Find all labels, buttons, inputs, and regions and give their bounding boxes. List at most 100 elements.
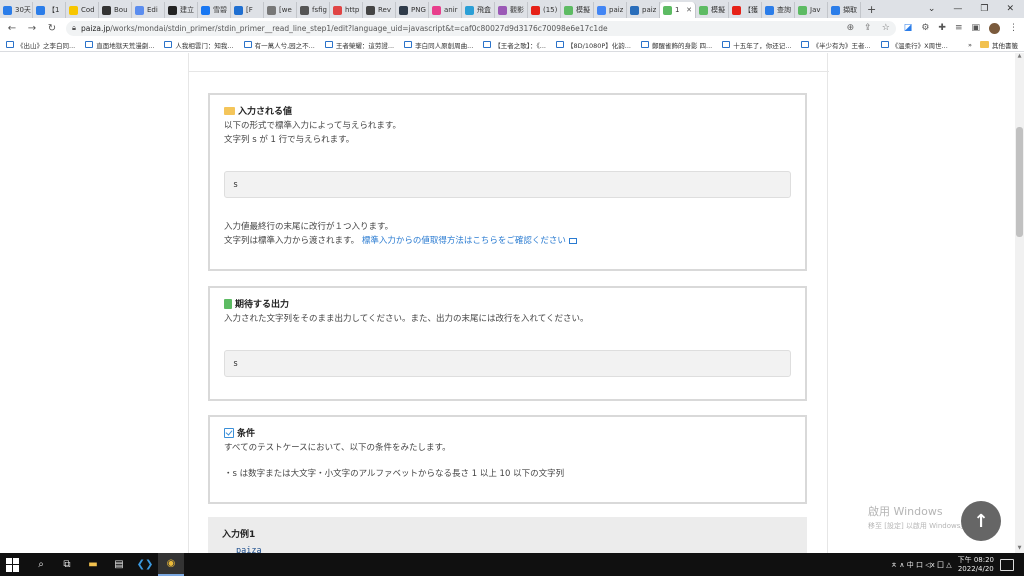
profile-avatar[interactable]	[989, 22, 1000, 34]
menu-icon[interactable]: ⋮	[1009, 23, 1018, 33]
bookmark-label: 人我相雲门：知我...	[175, 41, 234, 50]
tab-favicon-icon	[201, 5, 210, 15]
windows-start-icon[interactable]	[6, 557, 20, 572]
browser-tab[interactable]: 【1	[33, 2, 66, 18]
bookmark-item[interactable]: 李白同人原創周曲...	[404, 40, 473, 50]
bookmark-item[interactable]: 【王者之歌】：《...	[483, 40, 546, 50]
bookmark-item[interactable]: 【8D/1080P】化韵...	[555, 40, 631, 50]
address-bar[interactable]: 🔒︎ paiza.jp/works/mondai/stdin_primer/st…	[66, 20, 896, 36]
bookmark-label: 【8D/1080P】化韵...	[566, 41, 631, 50]
close-window-icon[interactable]: ✕	[1006, 4, 1014, 14]
tab-search-icon[interactable]: ⌄	[928, 4, 936, 14]
input-description: 以下の形式で標準入力によって与えられます。 文字列 s が 1 行で与えられます…	[224, 121, 401, 145]
bookmarks-more-icon[interactable]: »	[968, 41, 972, 49]
browser-tab[interactable]: paiz	[627, 2, 660, 18]
bookmark-item[interactable]: 鄭醒雀飾的身影 四...	[640, 40, 712, 50]
output-format-code: s	[224, 350, 791, 377]
tab-label: Jav	[810, 6, 821, 14]
condition-rule: ・s は数字または大文字・小文字のアルファベットからなる長さ 1 以上 10 以…	[224, 469, 565, 479]
scroll-up-icon[interactable]: ▲	[1015, 53, 1024, 61]
browser-tab[interactable]: 雪碧	[198, 2, 231, 18]
extension-icon[interactable]: ⚙	[921, 23, 929, 33]
task-view-icon[interactable]: ⧉	[54, 553, 80, 576]
app-icon[interactable]: ▤	[106, 553, 132, 576]
browser-tab[interactable]: [we	[264, 2, 297, 18]
browser-tab[interactable]: paiz	[594, 2, 627, 18]
vscode-icon[interactable]: ❮❯	[132, 553, 158, 576]
tab-close-icon[interactable]: ✕	[686, 6, 692, 14]
media-icon[interactable]: ≡	[955, 23, 963, 33]
input-section-heading: 入力される値	[224, 104, 791, 117]
lock-icon: 🔒︎	[72, 23, 76, 32]
chrome-icon[interactable]: ◉	[158, 553, 184, 576]
tab-favicon-icon	[630, 5, 639, 15]
bookmark-icon	[640, 41, 649, 48]
tab-favicon-icon	[3, 5, 12, 15]
browser-tab[interactable]: 1 ✕	[660, 2, 696, 18]
bookmark-item[interactable]: 王者榮耀：這劳證...	[324, 40, 394, 50]
new-tab-button[interactable]: +	[861, 3, 882, 16]
browser-tab[interactable]: Bou	[99, 2, 132, 18]
zoom-icon[interactable]: ⊕	[847, 23, 855, 33]
browser-tab[interactable]: 擷取	[828, 2, 861, 18]
tab-favicon-icon	[333, 5, 342, 15]
bookmark-item[interactable]: 人我相雲门：知我...	[164, 40, 234, 50]
bookmark-star-icon[interactable]: ☆	[882, 23, 890, 33]
reload-icon[interactable]: ↻	[46, 23, 58, 34]
other-bookmarks[interactable]: 其他書籤	[980, 40, 1018, 50]
puzzle-icon[interactable]: ✚	[938, 23, 946, 33]
bookmark-icon	[85, 41, 94, 48]
browser-tab[interactable]: http	[330, 2, 363, 18]
bookmark-label: 《出山》之李白同...	[17, 41, 76, 50]
browser-tab[interactable]: anir	[429, 2, 462, 18]
output-description: 入力された文字列をそのまま出力してください。また、出力の末尾には改行を入れてくだ…	[224, 314, 589, 324]
tab-label: 1	[675, 6, 680, 14]
share-icon[interactable]: ⇪	[864, 23, 872, 33]
browser-tab[interactable]: 模擬	[696, 2, 729, 18]
browser-tab[interactable]: (15)	[528, 2, 561, 18]
bookmark-item[interactable]: 《半少有为》王者...	[801, 40, 871, 50]
tray-icons[interactable]: ㅊ ∧ 中 口 ◁ⅹ 囗 △	[891, 560, 952, 570]
notification-icon[interactable]	[1000, 558, 1014, 571]
translate-icon[interactable]: ◪	[904, 23, 913, 33]
restore-icon[interactable]: ❐	[980, 4, 988, 14]
browser-tab[interactable]: PNG	[396, 2, 429, 18]
browser-tab[interactable]: 30天	[0, 2, 33, 18]
stdin-help-link[interactable]: 標準入力からの値取得方法はこちらをご確認ください	[362, 236, 577, 246]
browser-tab[interactable]: [F	[231, 2, 264, 18]
browser-tab[interactable]: 觀影	[495, 2, 528, 18]
browser-tab[interactable]: 【獲	[729, 2, 762, 18]
back-icon[interactable]: ←	[6, 23, 18, 34]
browser-tab[interactable]: 飛盒	[462, 2, 495, 18]
bookmark-item[interactable]: 有一萬人兮,园之不...	[243, 40, 315, 50]
scroll-thumb[interactable]	[1016, 127, 1023, 237]
bookmark-item[interactable]: 《溫柔行》X周世...	[880, 40, 948, 50]
browser-tab[interactable]: Edi	[132, 2, 165, 18]
browser-tab[interactable]: 建立	[165, 2, 198, 18]
scroll-down-icon[interactable]: ▼	[1015, 545, 1024, 553]
browser-tab[interactable]: 模擬	[561, 2, 594, 18]
scroll-to-top-button[interactable]: ↑	[961, 501, 1001, 541]
browser-tab[interactable]: 查詢	[762, 2, 795, 18]
clock[interactable]: 下午 08:20 2022/4/20	[958, 556, 994, 574]
page-scrollbar[interactable]: ▲ ▼	[1015, 53, 1024, 553]
tab-label: 模擬	[711, 6, 725, 14]
file-explorer-icon[interactable]: ▬	[80, 553, 106, 576]
browser-tab[interactable]: Rev	[363, 2, 396, 18]
forward-icon[interactable]: →	[26, 23, 38, 34]
search-icon[interactable]: ⌕	[28, 553, 54, 576]
bookmark-item[interactable]: 直面地獄天荒漫劇...	[85, 40, 154, 50]
browser-toolbar: ← → ↻ 🔒︎ paiza.jp/works/mondai/stdin_pri…	[0, 18, 1024, 38]
browser-tab[interactable]: Cod	[66, 2, 99, 18]
tab-favicon-icon	[234, 5, 243, 15]
tab-favicon-icon	[168, 5, 177, 15]
minimize-icon[interactable]: —	[953, 4, 962, 14]
tab-favicon-icon	[267, 5, 276, 15]
browser-tab[interactable]: fsfig	[297, 2, 330, 18]
bookmarks-bar: 《出山》之李白同... 直面地獄天荒漫劇... 人我相雲门：知我... 有一萬人兮,园…	[0, 38, 1024, 52]
bookmark-item[interactable]: 《出山》之李白同...	[6, 40, 75, 50]
bookmark-item[interactable]: 十五年了，你还记...	[722, 40, 791, 50]
browser-tab[interactable]: Jav	[795, 2, 828, 18]
tab-favicon-icon	[663, 5, 672, 15]
sidepanel-icon[interactable]: ▣	[971, 23, 980, 33]
